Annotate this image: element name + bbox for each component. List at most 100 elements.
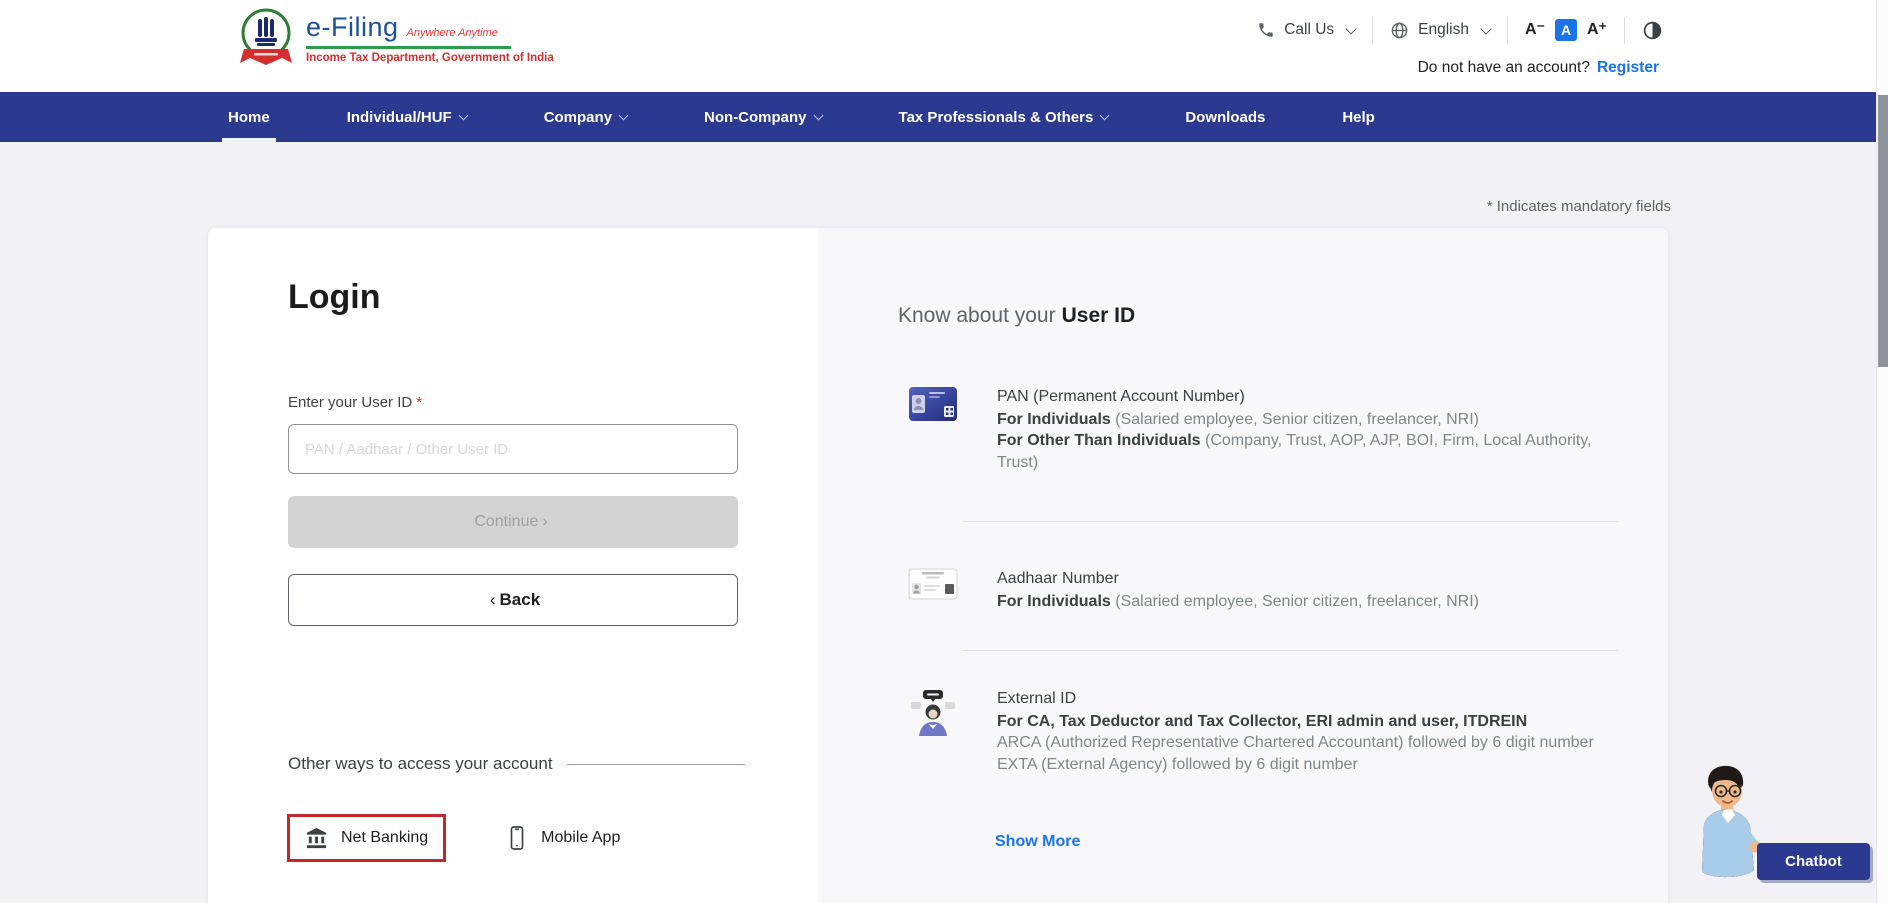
know-item-pan: PAN (Permanent Account Number) For Indiv… [908, 386, 1607, 473]
mobile-app-label: Mobile App [541, 829, 620, 847]
chevron-down-icon [1100, 111, 1110, 121]
aadhaar-card-icon [908, 568, 958, 612]
nav-label: Tax Professionals & Others [899, 109, 1094, 126]
nav-item-home[interactable]: Home [228, 92, 270, 142]
external-id-text: External ID For CA, Tax Deductor and Tax… [997, 688, 1594, 775]
divider [1507, 17, 1508, 44]
pan-line-2-bold: For Other Than Individuals [997, 432, 1201, 449]
know-user-id-panel: Know about your User ID [818, 228, 1668, 903]
section-divider [963, 650, 1618, 651]
mandatory-fields-note: * Indicates mandatory fields [1487, 198, 1671, 215]
nav-label: Downloads [1185, 109, 1265, 126]
mobile-phone-icon [506, 825, 528, 851]
know-item-aadhaar: Aadhaar Number For Individuals (Salaried… [908, 568, 1479, 612]
page-title: Login [288, 278, 381, 317]
back-label: Back [500, 590, 541, 609]
vertical-scrollbar[interactable] [1876, 0, 1888, 903]
continue-button[interactable]: Continue› [288, 496, 738, 548]
language-label: English [1418, 21, 1469, 39]
income-tax-emblem-icon [238, 7, 294, 69]
know-title-prefix: Know about your [898, 304, 1056, 327]
nav-label: Home [228, 109, 270, 126]
external-id-person-icon [908, 688, 958, 775]
call-us-menu[interactable]: Call Us [1257, 21, 1355, 39]
external-id-title: External ID [997, 688, 1594, 710]
brand-name: e-Filing [306, 12, 399, 43]
chevron-right-icon: › [542, 513, 547, 530]
chevron-down-icon [458, 111, 468, 121]
globe-icon [1390, 21, 1409, 40]
scrollbar-thumb[interactable] [1878, 95, 1888, 367]
know-title-emphasis: User ID [1062, 304, 1136, 327]
font-decrease-button[interactable]: A⁻ [1525, 22, 1545, 38]
user-id-label-text: Enter your User ID [288, 394, 412, 411]
external-id-line-3: EXTA (External Agency) followed by 6 dig… [997, 754, 1594, 776]
nav-label: Help [1342, 109, 1375, 126]
external-id-line-2: ARCA (Authorized Representative Chartere… [997, 732, 1594, 754]
nav-label: Company [544, 109, 612, 126]
mobile-app-button[interactable]: Mobile App [506, 825, 620, 851]
logo-divider [306, 46, 511, 49]
external-id-line-2-rest: ARCA (Authorized Representative Chartere… [997, 734, 1594, 751]
nav-item-help[interactable]: Help [1342, 92, 1375, 142]
know-panel-title: Know about your User ID [898, 304, 1135, 328]
nav-item-downloads[interactable]: Downloads [1185, 92, 1265, 142]
show-more-link[interactable]: Show More [995, 833, 1080, 851]
nav-item-company[interactable]: Company [544, 92, 627, 142]
nav-label: Non-Company [704, 109, 807, 126]
other-ways-section: Other ways to access your account [288, 754, 745, 774]
net-banking-label: Net Banking [341, 829, 428, 847]
chevron-down-icon [619, 111, 629, 121]
chatbot-label: Chatbot [1785, 853, 1842, 870]
access-methods: Net Banking Mobile App [287, 814, 620, 862]
section-divider [963, 521, 1618, 522]
chevron-down-icon [1480, 23, 1491, 34]
user-id-label: Enter your User ID* [288, 394, 422, 411]
pan-card-icon [908, 386, 958, 473]
net-banking-button[interactable]: Net Banking [287, 814, 446, 862]
top-header: e-Filing Anywhere Anytime Income Tax Dep… [0, 0, 1876, 92]
efiling-login-page: e-Filing Anywhere Anytime Income Tax Dep… [0, 0, 1888, 903]
chevron-down-icon [813, 111, 823, 121]
continue-label: Continue [474, 513, 538, 530]
logo-subtitle: Income Tax Department, Government of Ind… [306, 52, 554, 64]
pan-text: PAN (Permanent Account Number) For Indiv… [997, 386, 1607, 473]
aadhaar-line-1-bold: For Individuals [997, 593, 1111, 610]
pan-line-1-rest: (Salaried employee, Senior citizen, free… [1111, 411, 1479, 428]
aadhaar-title: Aadhaar Number [997, 568, 1479, 590]
know-item-external-id: External ID For CA, Tax Deductor and Tax… [908, 688, 1594, 775]
aadhaar-line-1-rest: (Salaried employee, Senior citizen, free… [1111, 593, 1479, 610]
header-utility-bar: Call Us English A⁻ A A⁺ [1257, 13, 1663, 47]
register-prompt: Do not have an account? Register [1418, 59, 1659, 77]
pan-line-1: For Individuals (Salaried employee, Seni… [997, 409, 1607, 431]
brand-tagline: Anywhere Anytime [407, 27, 498, 39]
language-menu[interactable]: English [1390, 21, 1490, 40]
pan-line-2: For Other Than Individuals (Company, Tru… [997, 430, 1607, 473]
font-size-controls: A⁻ A A⁺ [1525, 19, 1607, 41]
contrast-toggle-icon[interactable] [1642, 20, 1663, 41]
nav-item-non-company[interactable]: Non-Company [704, 92, 822, 142]
aadhaar-text: Aadhaar Number For Individuals (Salaried… [997, 568, 1479, 612]
chevron-down-icon [1345, 23, 1356, 34]
chatbot-button[interactable]: Chatbot [1757, 843, 1870, 880]
logo-text: e-Filing Anywhere Anytime Income Tax Dep… [306, 12, 554, 64]
account-prompt-text: Do not have an account? [1418, 59, 1590, 77]
user-id-input[interactable] [288, 424, 738, 474]
back-button[interactable]: ‹Back [288, 574, 738, 626]
chevron-left-icon: ‹ [490, 590, 496, 609]
font-increase-button[interactable]: A⁺ [1587, 22, 1607, 38]
horizontal-rule [567, 764, 745, 765]
nav-label: Individual/HUF [347, 109, 452, 126]
aadhaar-line-1: For Individuals (Salaried employee, Seni… [997, 591, 1479, 613]
font-normal-button[interactable]: A [1555, 19, 1577, 41]
external-id-line-1: For CA, Tax Deductor and Tax Collector, … [997, 711, 1594, 733]
pan-line-1-bold: For Individuals [997, 411, 1111, 428]
phone-icon [1257, 21, 1275, 39]
required-asterisk: * [416, 394, 422, 411]
efiling-logo[interactable]: e-Filing Anywhere Anytime Income Tax Dep… [238, 7, 554, 69]
register-link[interactable]: Register [1597, 59, 1659, 77]
nav-item-tax-professionals[interactable]: Tax Professionals & Others [899, 92, 1109, 142]
external-id-line-1-bold: For CA, Tax Deductor and Tax Collector, … [997, 713, 1527, 730]
nav-item-individual-huf[interactable]: Individual/HUF [347, 92, 467, 142]
divider [1372, 17, 1373, 44]
